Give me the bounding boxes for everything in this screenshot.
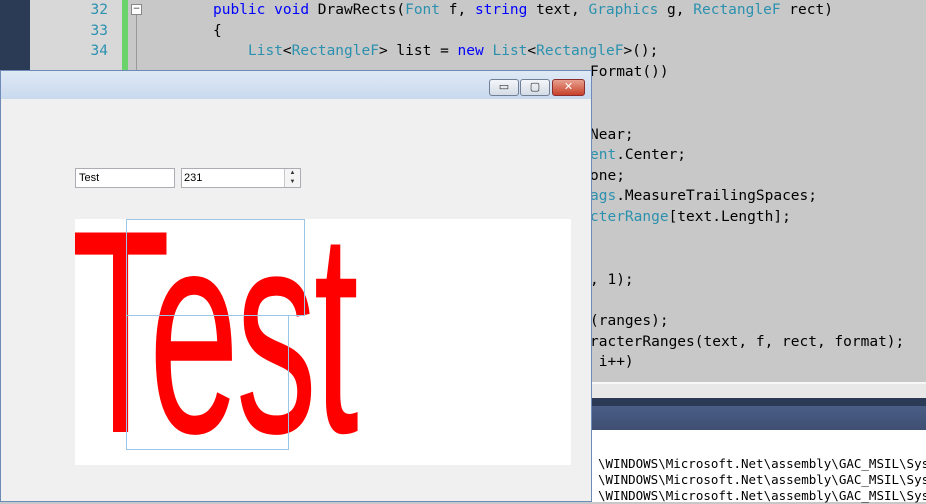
text-input[interactable]: Test (75, 168, 175, 188)
line-number: 34 (90, 43, 108, 59)
line-number: 32 (90, 2, 108, 18)
code-fragment: i++) (590, 354, 634, 370)
spin-buttons: ▲ ▼ (284, 169, 300, 187)
code-fragment: , 1); (590, 272, 634, 288)
numeric-up-down[interactable]: 231 ▲ ▼ (181, 168, 301, 188)
numeric-value: 231 (184, 172, 203, 184)
minimize-icon: ▭ (498, 80, 510, 93)
code-line-35-tail: Format()) (590, 64, 669, 80)
code-fragment: (ranges); (590, 313, 669, 329)
output-panel[interactable]: \WINDOWS\Microsoft.Net\assembly\GAC_MSIL… (590, 430, 926, 503)
code-fragment: racterRanges(text, f, rect, format); (590, 334, 905, 350)
drawing-canvas: Test (75, 219, 571, 465)
code-fragment: Near; (590, 127, 634, 143)
measure-rect (126, 315, 289, 450)
code-fragment: ent.Center; (590, 147, 687, 163)
line-number: 33 (90, 23, 108, 39)
close-button[interactable]: ✕ (552, 79, 585, 96)
fold-guide (136, 15, 137, 70)
output-panel-header (590, 406, 926, 430)
change-marker (122, 0, 128, 70)
code-fragment: ags.MeasureTrailingSpaces; (590, 188, 817, 204)
code-fragment: cterRange[text.Length]; (590, 209, 791, 225)
panel-splitter[interactable] (590, 398, 926, 406)
output-line: \WINDOWS\Microsoft.Net\assembly\GAC_MSIL… (598, 472, 926, 487)
code-line-34: List<RectangleF> list = new List<Rectang… (248, 43, 659, 59)
title-bar[interactable]: ▭ ▢ ✕ (1, 71, 591, 99)
maximize-icon: ▢ (529, 80, 541, 93)
minimize-button[interactable]: ▭ (489, 79, 519, 96)
code-fragment: one; (590, 168, 625, 184)
close-icon: ✕ (563, 80, 574, 93)
code-line-32: public void DrawRects(Font f, string tex… (213, 2, 833, 18)
collapse-icon[interactable]: − (131, 4, 142, 15)
form-window: ▭ ▢ ✕ Test 231 ▲ ▼ Test (0, 70, 592, 502)
spin-down-button[interactable]: ▼ (285, 178, 300, 187)
code-line-33: { (213, 23, 222, 39)
output-line: \WINDOWS\Microsoft.Net\assembly\GAC_MSIL… (598, 456, 926, 471)
measure-rect (126, 219, 305, 316)
ide-side-strip (0, 0, 30, 70)
maximize-button[interactable]: ▢ (520, 79, 550, 96)
form-client-area: Test 231 ▲ ▼ Test (1, 99, 591, 501)
